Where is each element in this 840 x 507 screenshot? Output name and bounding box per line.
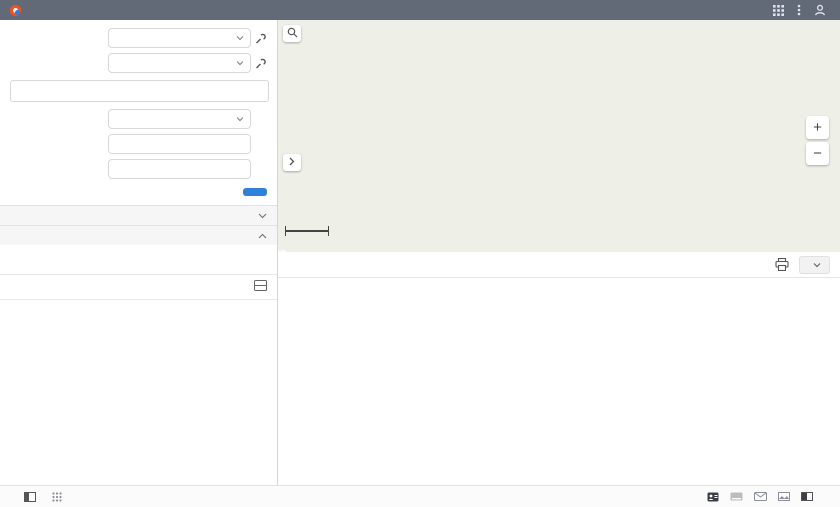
navbar-right — [773, 4, 840, 16]
map-zoom-out-button[interactable]: − — [806, 142, 829, 165]
date-range-tabs — [10, 80, 269, 102]
from-datetime-input[interactable] — [108, 134, 251, 154]
apps-grid-icon[interactable] — [773, 5, 784, 16]
unit-select[interactable] — [108, 53, 251, 73]
contrast-icon[interactable] — [801, 492, 813, 501]
wialon-logo-icon — [10, 5, 21, 16]
id-card-icon[interactable] — [707, 492, 719, 502]
interval-select[interactable] — [108, 109, 251, 129]
summary-row[interactable] — [0, 274, 277, 300]
export-button[interactable] — [799, 256, 830, 274]
report-panel — [0, 20, 278, 485]
chevron-up-icon — [258, 230, 267, 242]
template-settings-icon[interactable] — [251, 33, 269, 44]
section-report-templates[interactable] — [0, 205, 277, 225]
kebab-menu-icon[interactable] — [797, 4, 801, 16]
summary-table-icon — [254, 280, 267, 294]
wialon-logo[interactable] — [0, 5, 36, 16]
chevron-down-icon — [236, 113, 244, 125]
mail-icon[interactable] — [754, 492, 767, 501]
status-bar — [0, 485, 840, 507]
chevron-down-icon — [236, 32, 244, 44]
layout-toggle-icon[interactable] — [24, 492, 36, 502]
chart-toolbar — [278, 252, 840, 278]
graph-section-label — [0, 245, 277, 253]
map-toolbar-expand-button[interactable] — [283, 154, 301, 171]
search-icon — [287, 27, 298, 41]
chevron-down-icon — [258, 210, 267, 222]
unit-settings-icon[interactable] — [251, 58, 269, 69]
fuel-speed-chart[interactable] — [278, 278, 840, 485]
map[interactable]: + − — [278, 20, 840, 252]
chevron-down-icon — [236, 57, 244, 69]
chart-event-icons — [0, 253, 277, 267]
keyboard-icon[interactable] — [730, 492, 743, 501]
execute-button[interactable] — [243, 188, 267, 196]
top-navbar — [0, 0, 840, 20]
template-select[interactable] — [108, 28, 251, 48]
report-form — [0, 20, 277, 196]
chevron-right-icon — [289, 157, 295, 169]
map-zoom-in-button[interactable]: + — [806, 116, 829, 139]
chevron-down-icon — [813, 259, 821, 271]
map-search-button[interactable] — [283, 25, 301, 42]
gallery-icon[interactable] — [778, 492, 790, 501]
clear-button[interactable] — [217, 191, 229, 193]
user-icon[interactable] — [814, 4, 826, 16]
to-datetime-input[interactable] — [108, 159, 251, 179]
section-report-result[interactable] — [0, 225, 277, 245]
apps-grid-icon[interactable] — [52, 492, 62, 502]
print-button[interactable] — [775, 258, 789, 271]
map-scale — [285, 226, 329, 236]
